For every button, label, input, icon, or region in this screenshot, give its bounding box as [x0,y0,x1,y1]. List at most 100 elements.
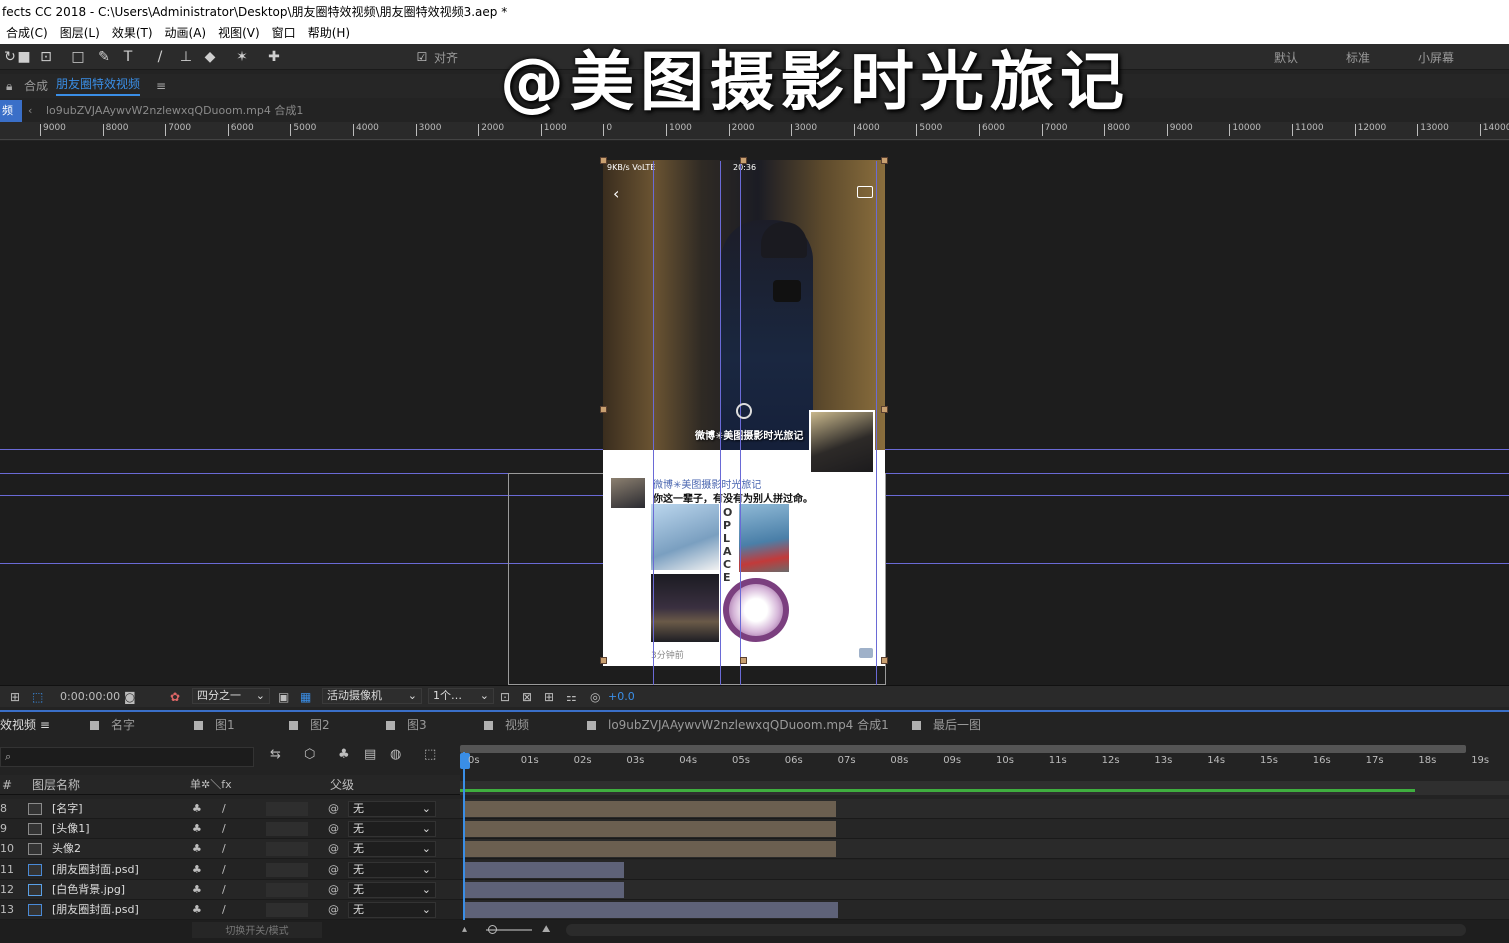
exposure-value[interactable]: +0.0 [608,686,635,708]
layer-duration-bar[interactable] [464,861,624,878]
layer-switch-boxes[interactable] [266,822,308,837]
playhead-line[interactable] [463,752,465,920]
parent-select[interactable]: 无 ⌄ [348,902,436,918]
transform-handle[interactable] [740,657,747,664]
tab-image-1[interactable]: 图1 [194,712,235,738]
layer-row[interactable]: 8 [名字] ♣ / @ 无 ⌄ [0,799,460,819]
reset-exposure-icon[interactable]: ◎ [590,686,600,708]
layer-name[interactable]: [头像1] [52,819,90,839]
quality-switch-icon[interactable]: / [222,860,226,880]
layer-name[interactable]: [朋友圈封面.psd] [52,900,139,920]
menu-effect[interactable]: 效果(T) [106,24,159,42]
parent-select[interactable]: 无 ⌄ [348,801,436,817]
layer-duration-bar[interactable] [464,801,836,817]
quality-switch-icon[interactable]: / [222,880,226,900]
guide-line[interactable] [653,161,654,685]
collapse-switch-icon[interactable]: ♣ [192,839,202,859]
tab-name[interactable]: 名字 [90,712,135,738]
zoom-out-icon[interactable]: ▴ [462,920,467,940]
workspace-small-screen[interactable]: 小屏幕 [1418,49,1454,66]
graph-editor-icon[interactable]: ⬚ [424,747,436,762]
draft-3d-icon[interactable]: ⬡ [304,747,315,762]
resolution-select[interactable]: 四分之一 ⌄ [192,688,270,704]
timeline-time-ruler[interactable]: 0s 01s 02s 03s 04s 05s 06s 07s 08s 09s 10s 11s 12s 13… [460,743,1509,795]
toggle-mask-icon[interactable]: ▦ [300,686,311,708]
lock-icon[interactable]: 🔒︎ [6,74,12,98]
anchor-point-icon[interactable] [736,403,752,419]
breadcrumb-subcomp[interactable]: lo9ubZVJAAywvW2nzlewxqQDuoom.mp4 合成1 [46,100,303,122]
transform-handle[interactable] [881,406,888,413]
transform-handle[interactable] [881,657,888,664]
layer-duration-bar[interactable] [464,902,838,918]
layer-switch-boxes[interactable] [266,802,308,816]
current-timecode[interactable]: 0:00:00:00 [60,686,120,708]
roto-brush-tool-icon[interactable]: ✶ [232,47,252,67]
layer-duration-bar[interactable] [464,821,836,838]
tab-image-3[interactable]: 图3 [386,712,427,738]
tab-last-image[interactable]: 最后一图 [912,712,981,738]
layer-switch-boxes[interactable] [266,903,308,917]
col-layer-name[interactable]: 图层名称 [32,775,80,795]
layer-row[interactable]: 9 [头像1] ♣ / @ 无 ⌄ [0,819,460,840]
parent-select[interactable]: 无 ⌄ [348,841,436,858]
timeline-scrollbar[interactable] [566,924,1466,936]
layer-name[interactable]: 头像2 [52,839,81,859]
collapse-switch-icon[interactable]: ♣ [192,860,202,880]
workspace-standard[interactable]: 标准 [1346,49,1370,66]
tab-video[interactable]: 视频 [484,712,529,738]
view-layout-select[interactable]: 1个… ⌄ [428,688,494,704]
flowchart-icon[interactable]: ⚏ [566,686,577,708]
quality-switch-icon[interactable]: / [222,900,226,920]
pen-tool-icon[interactable]: ✎ [94,47,114,67]
fast-previews-icon[interactable]: ▣ [278,686,289,708]
workspace-default[interactable]: 默认 [1274,49,1298,66]
tab-mp4-comp[interactable]: lo9ubZVJAAywvW2nzlewxqQDuoom.mp4 合成1 [587,712,889,738]
layer-switch-boxes[interactable] [266,862,308,877]
color-channel-icon[interactable]: ✿ [170,686,180,708]
transparency-grid-icon[interactable]: ⬚ [32,686,43,708]
brush-tool-icon[interactable]: / [150,47,170,67]
snapping-checkbox-icon[interactable]: ☑ [412,47,432,67]
menu-help[interactable]: 帮助(H) [302,24,356,42]
layer-name[interactable]: [朋友圈封面.psd] [52,860,139,880]
collapse-switch-icon[interactable]: ♣ [192,799,202,819]
frame-blending-icon[interactable]: ▤ [364,747,376,762]
fast-render-icon[interactable]: ⊠ [522,686,532,708]
menu-window[interactable]: 窗口 [266,24,302,42]
panel-menu-icon[interactable]: ≡ [156,74,166,98]
timeline-icon[interactable]: ⊞ [544,686,554,708]
toggle-switches-modes-button[interactable]: 切换开关/模式 [192,922,322,938]
tab-comp-name[interactable]: 朋友圈特效视频 [56,74,141,96]
transform-handle[interactable] [600,657,607,664]
transform-handle[interactable] [600,406,607,413]
layer-row[interactable]: 10 头像2 ♣ / @ 无 ⌄ [0,839,460,860]
menu-view[interactable]: 视图(V) [212,24,266,42]
shy-layers-icon[interactable]: ♣ [338,747,350,762]
rectangle-tool-icon[interactable]: □ [68,47,88,67]
quality-switch-icon[interactable]: / [222,839,226,859]
clone-stamp-tool-icon[interactable]: ⊥ [176,47,196,67]
transform-handle[interactable] [881,157,888,164]
camera-view-select[interactable]: 活动摄像机 ⌄ [322,688,422,704]
pick-whip-icon[interactable]: @ [328,860,339,880]
collapse-switch-icon[interactable]: ♣ [192,819,202,839]
guide-line[interactable] [740,161,741,685]
pick-whip-icon[interactable]: @ [328,799,339,819]
collapse-switch-icon[interactable]: ♣ [192,880,202,900]
parent-select[interactable]: 无 ⌄ [348,861,436,878]
parent-select[interactable]: 无 ⌄ [348,821,436,838]
layer-row[interactable]: 12 [白色背景.jpg] ♣ / @ 无 ⌄ [0,879,460,900]
puppet-pin-tool-icon[interactable]: ✚ [264,47,284,67]
guide-line[interactable] [720,161,721,685]
menu-composition[interactable]: 合成(C) [0,24,54,42]
breadcrumb-comp[interactable]: 频 [0,100,22,122]
layer-name[interactable]: [白色背景.jpg] [52,880,125,900]
guide-line[interactable] [876,161,877,685]
work-area-bar[interactable] [460,745,1466,753]
pick-whip-icon[interactable]: @ [328,839,339,859]
layer-row[interactable]: 11 [朋友圈封面.psd] ♣ / @ 无 ⌄ [0,859,460,880]
transform-handle[interactable] [740,157,747,164]
camera-tool-icon[interactable]: ■ [14,47,34,67]
collapse-switch-icon[interactable]: ♣ [192,900,202,920]
parent-select[interactable]: 无 ⌄ [348,881,436,898]
